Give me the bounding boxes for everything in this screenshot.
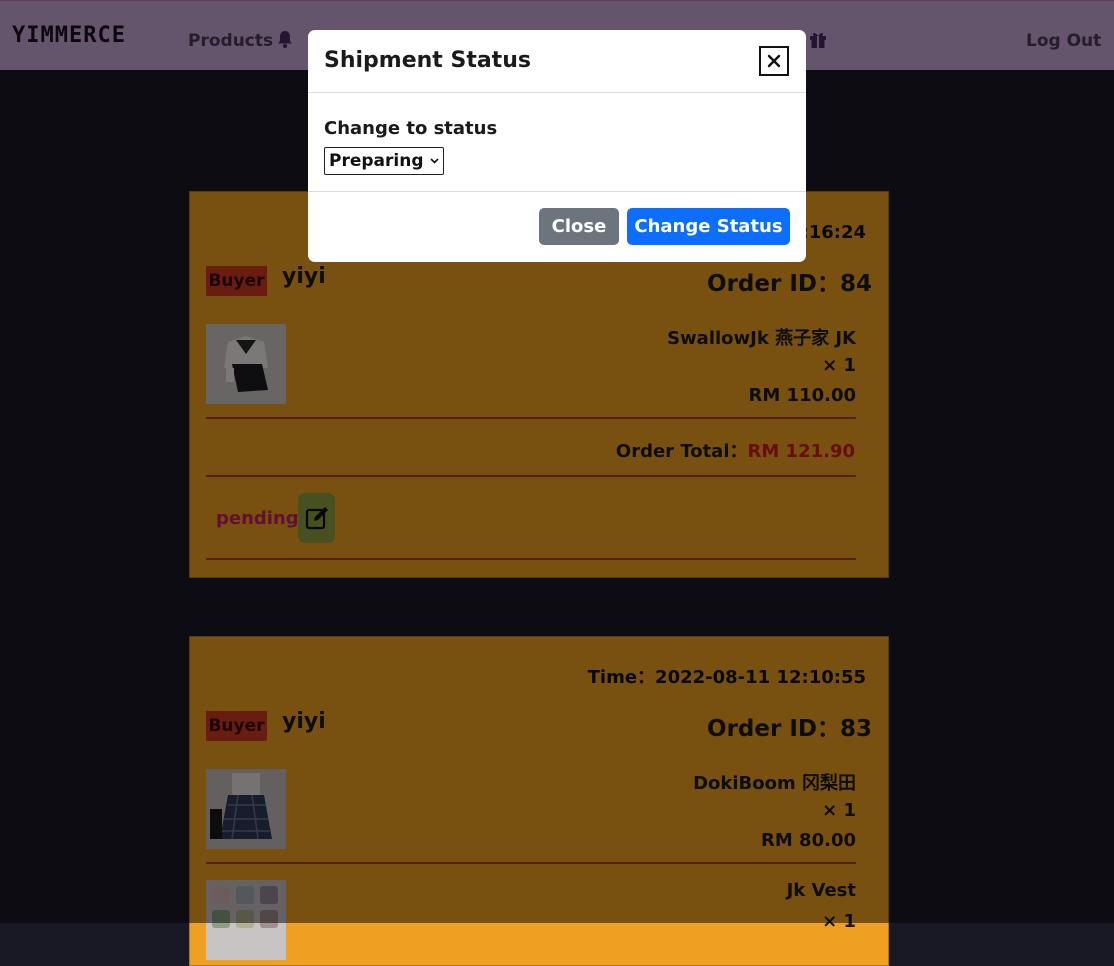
modal-divider [308, 191, 806, 192]
modal-close-button[interactable] [759, 46, 789, 76]
close-button[interactable]: Close [539, 208, 619, 245]
modal-title: Shipment Status [324, 48, 531, 73]
chevron-down-icon [429, 158, 439, 164]
shipment-status-modal: Shipment Status Change to status Prepari… [308, 30, 806, 262]
modal-divider [308, 92, 806, 93]
change-status-button[interactable]: Change Status [627, 208, 790, 245]
status-field-label: Change to status [324, 118, 498, 139]
status-select[interactable]: Preparing [324, 147, 444, 175]
status-select-value: Preparing [329, 151, 424, 171]
close-icon [767, 54, 781, 68]
